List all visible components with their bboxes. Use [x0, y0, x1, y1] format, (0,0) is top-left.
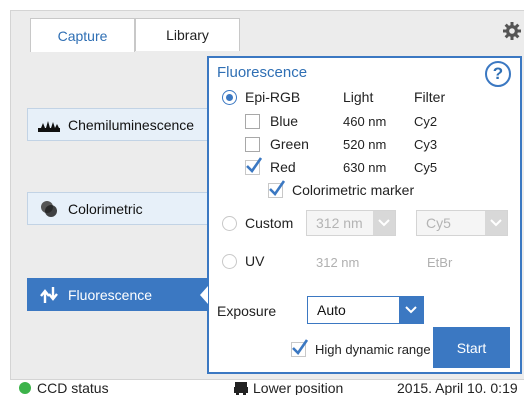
chemiluminescence-icon — [38, 117, 60, 133]
channel-filter-blue: Cy2 — [414, 114, 438, 129]
chevron-down-icon — [399, 297, 423, 323]
tab-underline — [20, 52, 214, 53]
mode-label: Chemiluminescence — [68, 116, 195, 133]
ccd-status-indicator — [19, 382, 31, 394]
mode-label: Fluorescence — [68, 286, 153, 303]
channel-label-red: Red — [270, 159, 296, 175]
custom-filter-dropdown[interactable]: Cy5 — [416, 210, 508, 236]
mode-fluorescence-button[interactable]: Fluorescence — [27, 278, 213, 311]
exposure-label: Exposure — [217, 303, 277, 319]
custom-light-dropdown[interactable]: 312 nm — [306, 210, 396, 236]
epi-rgb-radio[interactable] — [222, 90, 237, 105]
colorimetric-marker-label: Colorimetric marker — [292, 182, 415, 198]
custom-light-value: 312 nm — [316, 215, 363, 231]
help-button[interactable]: ? — [485, 61, 511, 87]
exposure-value: Auto — [317, 302, 346, 318]
uv-light-value: 312 nm — [316, 255, 360, 270]
hdr-check-icon — [292, 339, 309, 356]
channel-light-red: 630 nm — [343, 160, 387, 175]
chevron-down-icon — [485, 211, 507, 235]
filter-column-header: Filter — [414, 89, 446, 105]
datetime-text: 2015. April 10. 0:19 — [397, 380, 518, 395]
channel-light-green: 520 nm — [343, 137, 387, 152]
light-column-header: Light — [343, 89, 374, 105]
channel-light-blue: 460 nm — [343, 114, 387, 129]
tab-bar: Capture Library — [30, 18, 240, 52]
epi-rgb-label: Epi-RGB — [245, 89, 301, 105]
uv-filter-value: EtBr — [427, 255, 453, 270]
blue-checkbox[interactable] — [245, 114, 260, 129]
start-button[interactable]: Start — [433, 327, 510, 368]
exposure-dropdown[interactable]: Auto — [307, 296, 424, 324]
gear-icon[interactable] — [502, 21, 522, 41]
tab-library[interactable]: Library — [135, 18, 240, 51]
fluorescence-icon — [38, 286, 60, 303]
channel-filter-red: Cy5 — [414, 160, 438, 175]
channel-label-green: Green — [270, 136, 309, 152]
green-checkbox[interactable] — [245, 137, 260, 152]
red-check-icon — [246, 157, 263, 174]
custom-radio[interactable] — [222, 216, 237, 231]
channel-filter-green: Cy3 — [414, 137, 438, 152]
uv-label: UV — [245, 253, 265, 269]
chevron-down-icon — [373, 211, 395, 235]
channel-label-blue: Blue — [270, 113, 299, 129]
mode-label: Colorimetric — [68, 200, 143, 217]
hdr-label: High dynamic range — [315, 342, 431, 357]
mode-chemiluminescence-button[interactable]: Chemiluminescence — [27, 108, 213, 141]
panel-pointer-inner — [200, 286, 208, 304]
uv-radio[interactable] — [222, 254, 237, 269]
colorimetric-marker-check-icon — [269, 180, 286, 197]
custom-filter-value: Cy5 — [426, 215, 451, 231]
colorimetric-icon — [38, 200, 60, 217]
position-status-text: Lower position — [253, 380, 344, 395]
ccd-status-text: CCD status — [37, 380, 109, 395]
panel-title: Fluorescence — [217, 64, 308, 81]
camera-position-icon — [234, 382, 248, 395]
mode-colorimetric-button[interactable]: Colorimetric — [27, 192, 213, 225]
custom-label: Custom — [245, 215, 294, 231]
tab-capture[interactable]: Capture — [30, 18, 135, 52]
